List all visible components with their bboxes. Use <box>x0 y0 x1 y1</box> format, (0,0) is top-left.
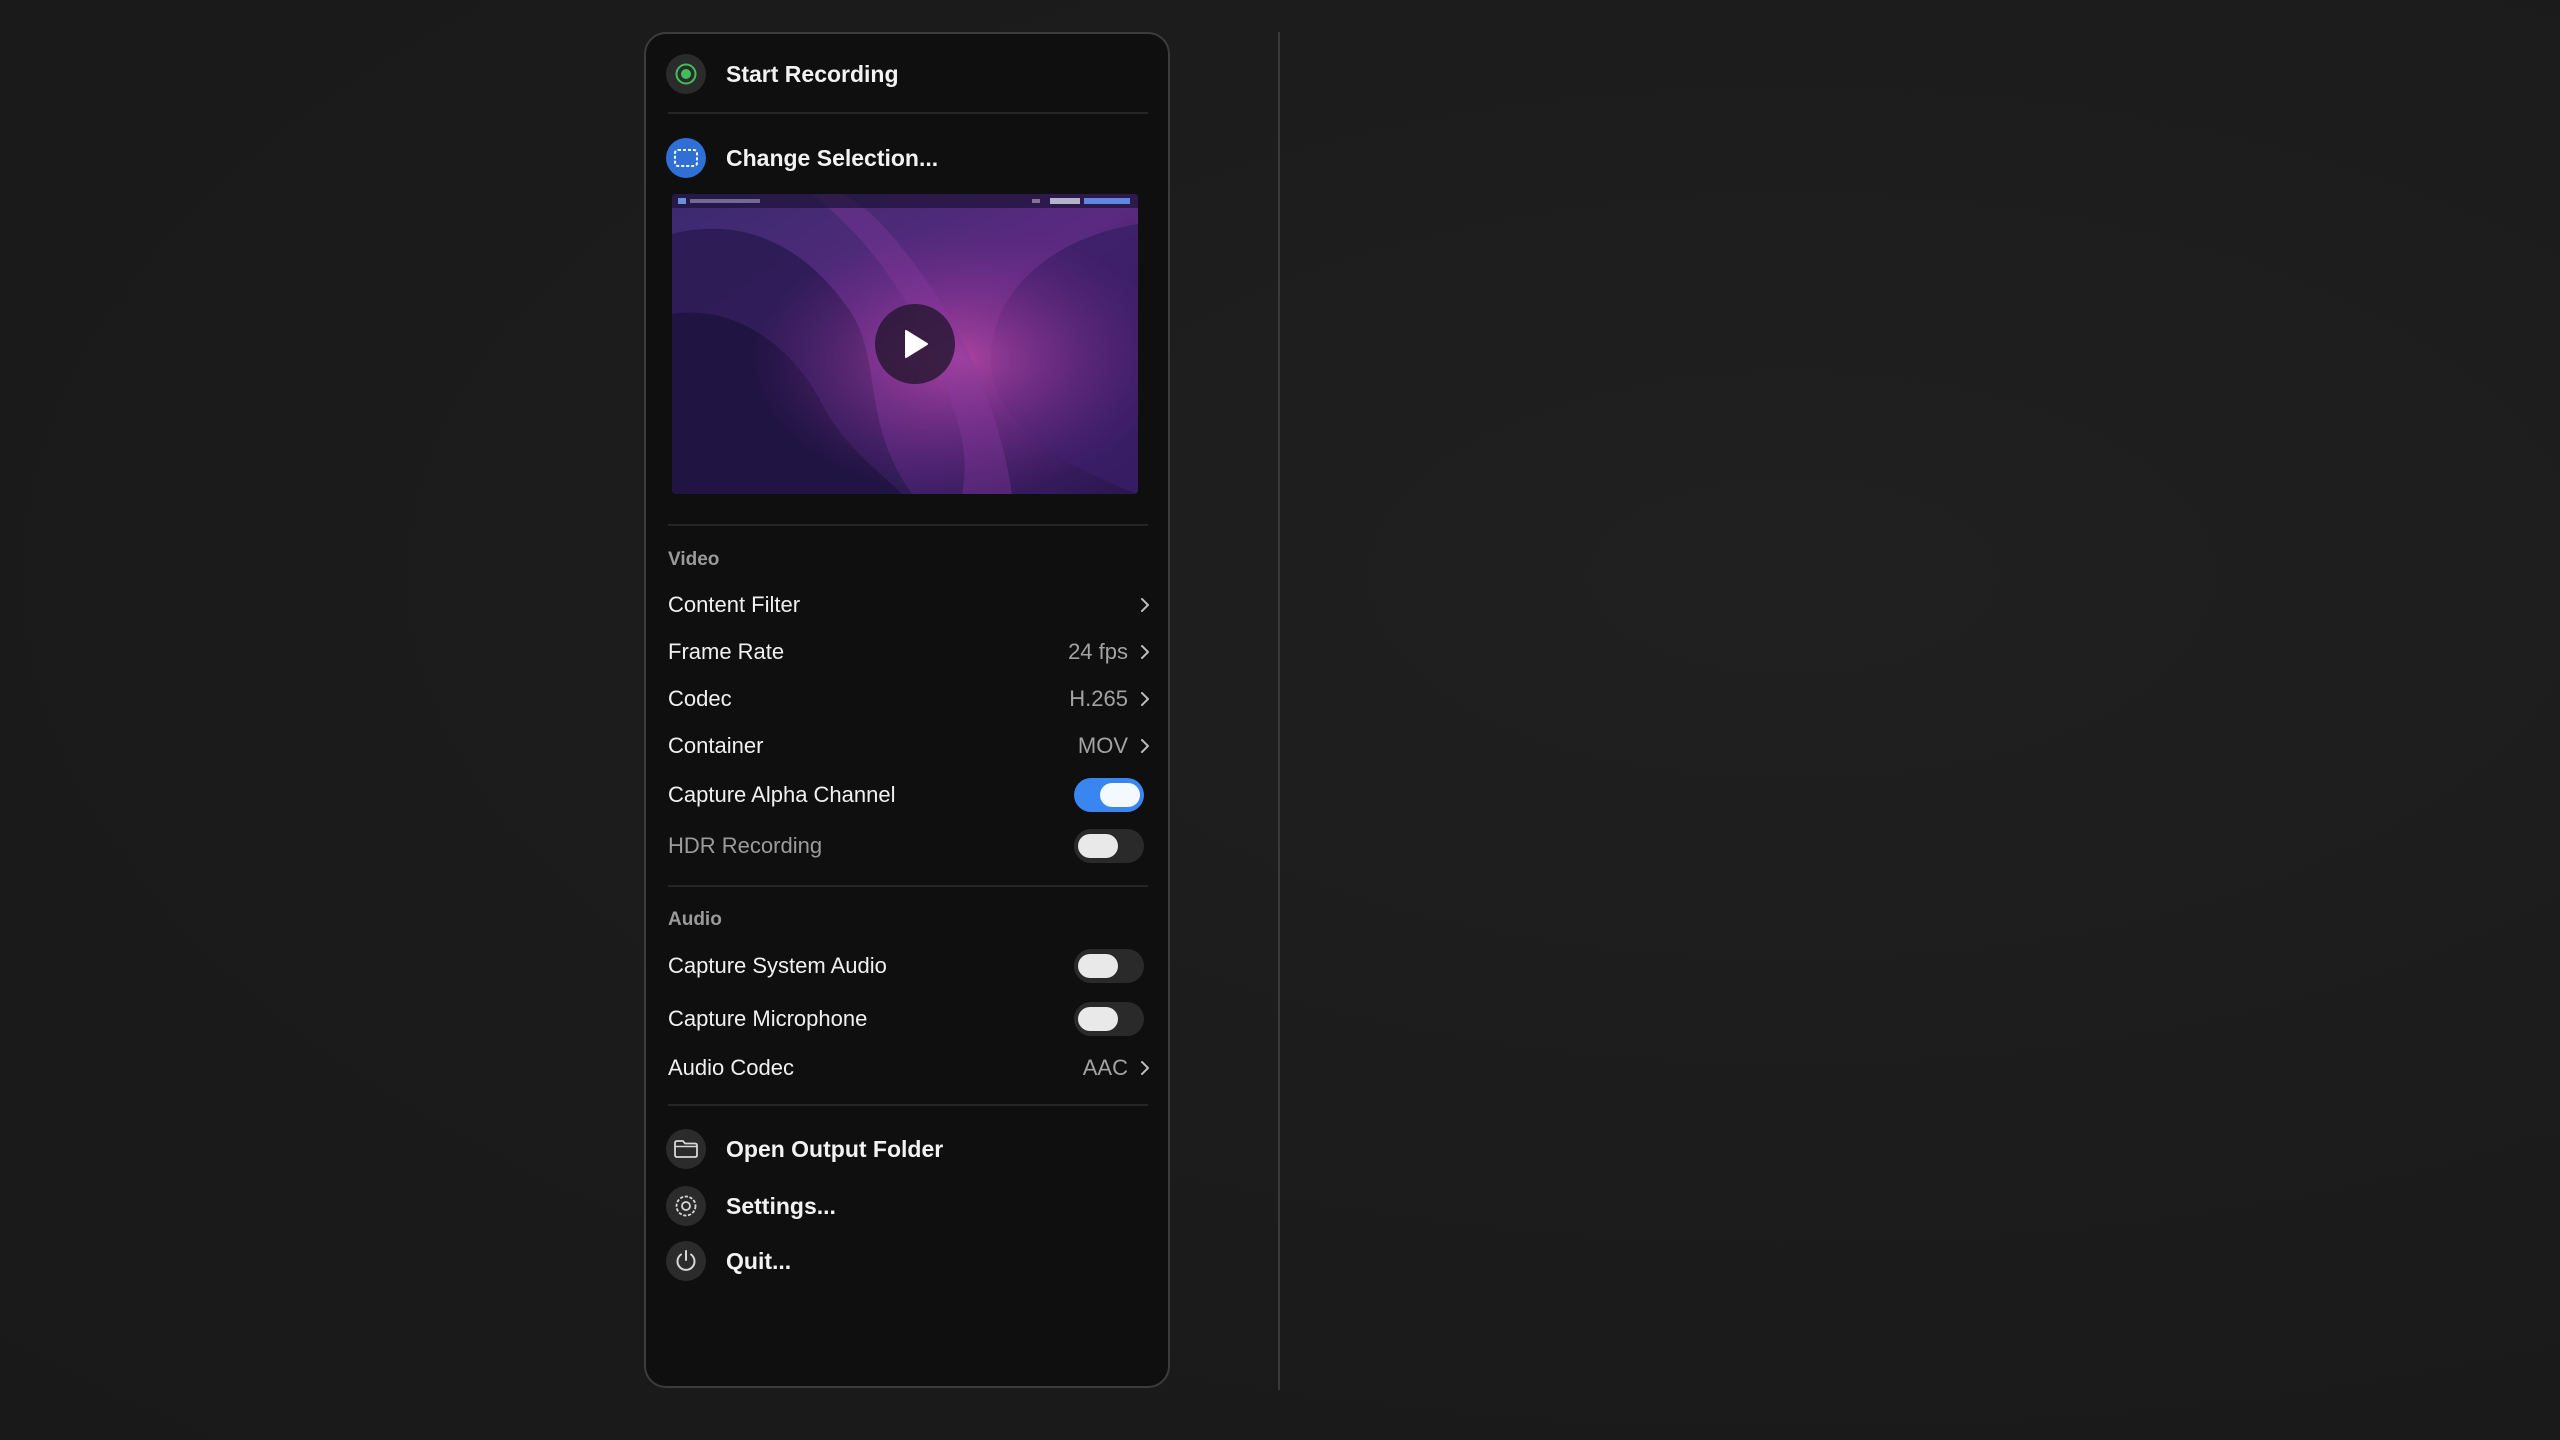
hdr-recording-item: HDR Recording <box>668 826 1150 866</box>
capture-microphone-label: Capture Microphone <box>668 1006 868 1031</box>
start-recording-label: Start Recording <box>726 60 899 87</box>
capture-alpha-item: Capture Alpha Channel <box>668 775 1150 815</box>
frame-rate-label: Frame Rate <box>668 639 785 664</box>
quit-label: Quit... <box>726 1247 792 1274</box>
chevron-right-icon <box>1141 1061 1149 1075</box>
change-selection-item[interactable]: Change Selection... <box>666 136 938 180</box>
chevron-right-icon <box>1141 692 1149 706</box>
separator <box>668 112 1148 114</box>
capture-alpha-toggle[interactable] <box>1074 778 1144 812</box>
hdr-recording-label: HDR Recording <box>668 833 823 858</box>
chevron-right-icon <box>1141 739 1149 753</box>
settings-item[interactable]: Settings... <box>666 1184 836 1228</box>
open-output-folder-label: Open Output Folder <box>726 1135 944 1162</box>
play-button[interactable] <box>875 304 955 384</box>
settings-label: Settings... <box>726 1192 836 1219</box>
toggle-knob <box>1078 834 1118 858</box>
audio-codec-value: AAC <box>1082 1055 1128 1080</box>
capture-system-audio-item: Capture System Audio <box>668 946 1150 986</box>
capture-microphone-item: Capture Microphone <box>668 999 1150 1039</box>
vertical-divider <box>1278 32 1280 1390</box>
capture-alpha-label: Capture Alpha Channel <box>668 782 896 807</box>
separator <box>668 885 1148 887</box>
content-filter-label: Content Filter <box>668 592 801 617</box>
hdr-recording-toggle[interactable] <box>1074 829 1144 863</box>
start-recording-item[interactable]: Start Recording <box>666 52 899 96</box>
capture-microphone-toggle[interactable] <box>1074 1002 1144 1036</box>
play-icon <box>905 330 928 358</box>
menu-bar-panel: Start Recording Change Selection... Vide… <box>644 32 1170 1388</box>
power-icon <box>666 1241 706 1281</box>
audio-section-title: Audio <box>668 909 722 930</box>
separator <box>668 1104 1148 1106</box>
content-filter-item[interactable]: Content Filter <box>668 585 1150 625</box>
selection-preview[interactable] <box>672 194 1138 494</box>
capture-system-audio-toggle[interactable] <box>1074 949 1144 983</box>
container-item[interactable]: Container MOV <box>668 726 1150 766</box>
chevron-right-icon <box>1141 645 1149 659</box>
open-output-folder-item[interactable]: Open Output Folder <box>666 1127 943 1171</box>
audio-codec-item[interactable]: Audio Codec AAC <box>668 1048 1150 1088</box>
codec-value: H.265 <box>1069 686 1128 711</box>
frame-rate-item[interactable]: Frame Rate 24 fps <box>668 632 1150 672</box>
folder-icon <box>666 1129 706 1169</box>
desktop-background: Start Recording Change Selection... Vide… <box>0 0 2560 1440</box>
quit-item[interactable]: Quit... <box>666 1239 791 1283</box>
selection-icon <box>666 138 706 178</box>
toggle-knob <box>1078 1007 1118 1031</box>
toggle-knob <box>1078 954 1118 978</box>
separator <box>668 524 1148 526</box>
gear-icon <box>666 1186 706 1226</box>
codec-label: Codec <box>668 686 732 711</box>
frame-rate-value: 24 fps <box>1068 639 1128 664</box>
container-label: Container <box>668 733 764 758</box>
audio-codec-label: Audio Codec <box>668 1055 794 1080</box>
chevron-right-icon <box>1141 598 1149 612</box>
toggle-knob <box>1100 783 1140 807</box>
record-icon <box>666 54 706 94</box>
change-selection-label: Change Selection... <box>726 144 939 171</box>
capture-system-audio-label: Capture System Audio <box>668 953 887 978</box>
codec-item[interactable]: Codec H.265 <box>668 679 1150 719</box>
video-section-title: Video <box>668 549 720 570</box>
container-value: MOV <box>1077 733 1128 758</box>
